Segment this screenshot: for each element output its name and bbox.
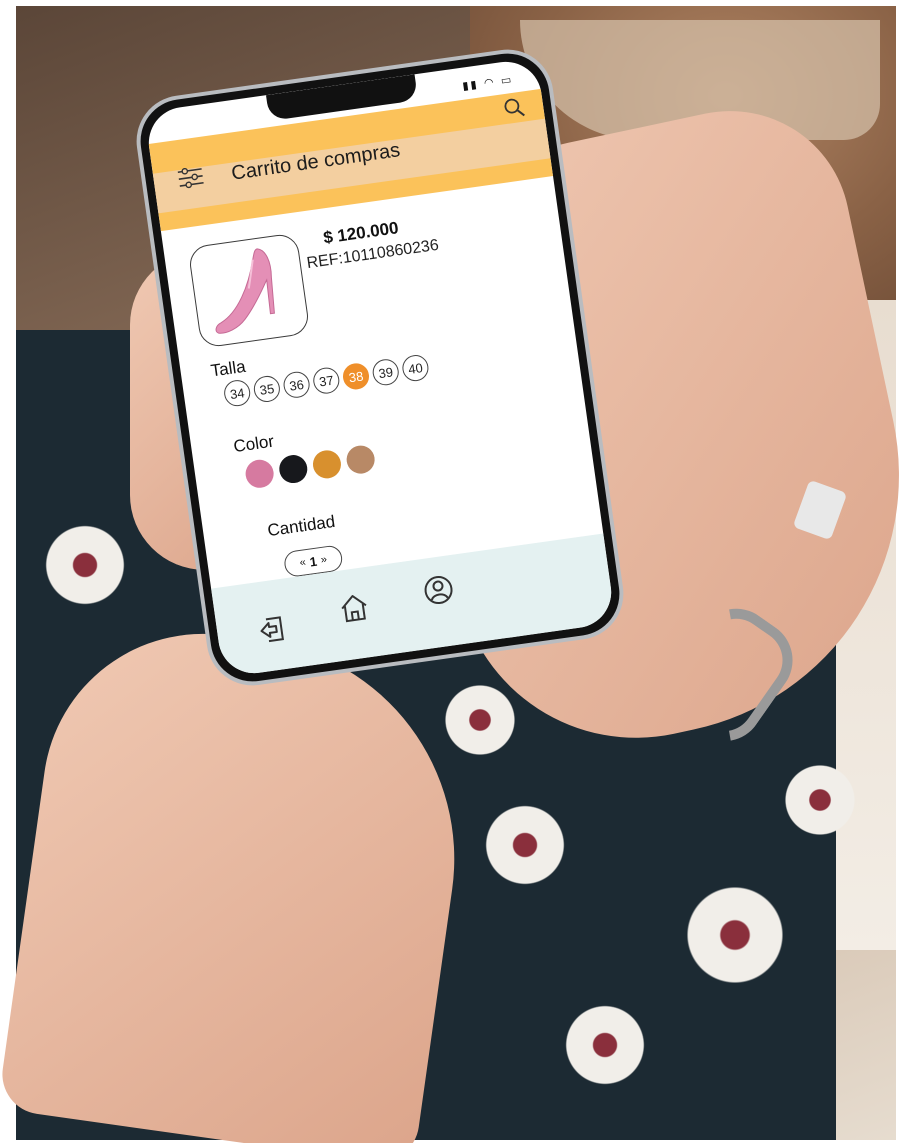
phone: ▮▮ ◠ ▭ Carrito de compras $ 120.000 REF:… [130,43,630,692]
quantity-decrement-button[interactable]: « [299,556,307,569]
size-option-38[interactable]: 38 [341,361,371,392]
flower [780,760,860,840]
user-circle-icon[interactable] [422,573,456,607]
flower [480,800,570,890]
size-label: Talla [209,356,247,381]
color-swatch-brown[interactable] [344,443,377,476]
logout-arrow-icon[interactable] [255,613,289,647]
quantity-value: 1 [308,553,318,570]
flower [440,680,520,760]
flower [560,1000,650,1090]
size-option-34[interactable]: 34 [222,378,252,408]
sliders-icon[interactable] [176,165,205,190]
color-swatch-pink[interactable] [243,457,276,490]
size-option-35[interactable]: 35 [252,374,282,404]
size-option-40[interactable]: 40 [400,353,431,383]
search-icon[interactable] [502,95,527,120]
status-bar-icons: ▮▮ ◠ ▭ [461,72,515,93]
home-icon[interactable] [337,591,371,625]
color-label: Color [232,431,276,457]
color-swatch-black[interactable] [277,453,310,485]
quantity-label: Cantidad [266,511,337,541]
size-option-39[interactable]: 39 [371,357,401,387]
flower [680,880,790,990]
size-option-37[interactable]: 37 [311,365,341,396]
flower [40,520,130,610]
pink-high-heel-icon [215,248,275,334]
quantity-increment-button[interactable]: » [320,553,328,566]
size-selector: 34 35 36 37 38 39 40 [222,353,431,408]
phone-screen: ▮▮ ◠ ▭ Carrito de compras $ 120.000 REF:… [144,57,616,678]
size-option-36[interactable]: 36 [281,370,312,400]
product-image-card[interactable] [187,232,311,349]
color-swatch-orange[interactable] [311,448,343,481]
